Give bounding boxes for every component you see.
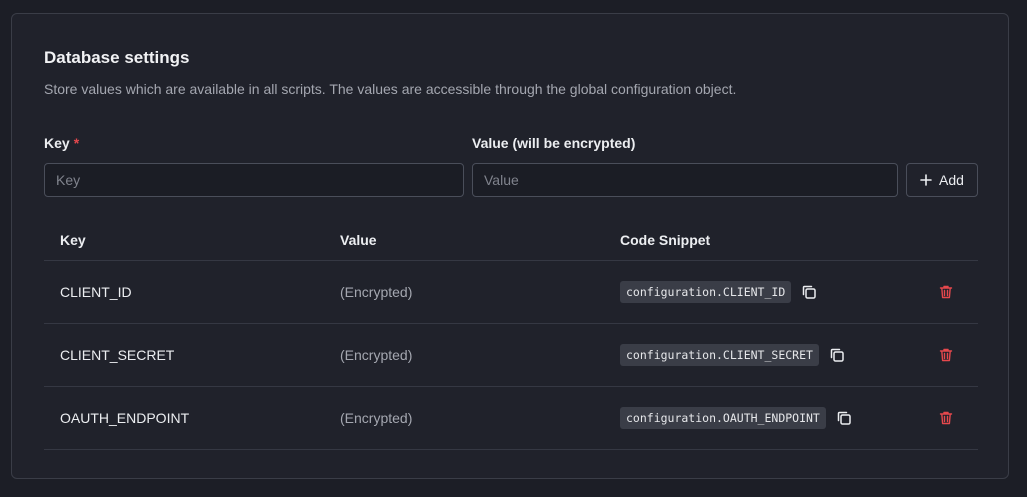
page-title: Database settings — [44, 48, 190, 67]
delete-button[interactable] — [936, 261, 956, 323]
copy-icon[interactable] — [827, 345, 847, 365]
column-header-key: Key — [60, 232, 86, 248]
copy-icon[interactable] — [834, 408, 854, 428]
value-label: Value (will be encrypted) — [472, 135, 636, 151]
key-label: Key * — [44, 135, 79, 151]
code-snippet: configuration.CLIENT_SECRET — [620, 344, 819, 366]
row-snippet: configuration.OAUTH_ENDPOINT — [620, 387, 854, 449]
required-mark: * — [73, 135, 80, 151]
row-value: (Encrypted) — [340, 347, 413, 363]
table-row: CLIENT_ID (Encrypted) configuration.CLIE… — [44, 261, 978, 324]
plus-icon — [920, 174, 932, 186]
add-button[interactable]: Add — [906, 163, 978, 197]
trash-icon[interactable] — [936, 408, 956, 428]
row-snippet: configuration.CLIENT_SECRET — [620, 324, 847, 386]
code-snippet: configuration.CLIENT_ID — [620, 281, 792, 303]
key-input[interactable] — [44, 163, 464, 197]
column-header-value: Value — [340, 232, 377, 248]
settings-table: Key Value Code Snippet CLIENT_ID (Encryp… — [44, 214, 978, 450]
trash-icon[interactable] — [936, 282, 956, 302]
page-description: Store values which are available in all … — [44, 81, 737, 97]
code-snippet: configuration.OAUTH_ENDPOINT — [620, 407, 826, 429]
row-key: CLIENT_SECRET — [60, 347, 175, 363]
row-snippet: configuration.CLIENT_ID — [620, 261, 819, 323]
trash-icon[interactable] — [936, 345, 956, 365]
table-row: OAUTH_ENDPOINT (Encrypted) configuration… — [44, 387, 978, 450]
key-label-text: Key — [44, 135, 70, 151]
add-button-label: Add — [939, 172, 964, 188]
row-key: OAUTH_ENDPOINT — [60, 410, 190, 426]
value-input[interactable] — [472, 163, 898, 197]
table-header: Key Value Code Snippet — [44, 214, 978, 261]
delete-button[interactable] — [936, 324, 956, 386]
row-key: CLIENT_ID — [60, 284, 132, 300]
row-value: (Encrypted) — [340, 410, 413, 426]
copy-icon[interactable] — [799, 282, 819, 302]
table-row: CLIENT_SECRET (Encrypted) configuration.… — [44, 324, 978, 387]
delete-button[interactable] — [936, 387, 956, 449]
column-header-code-snippet: Code Snippet — [620, 232, 711, 248]
row-value: (Encrypted) — [340, 284, 413, 300]
database-settings-card: Database settings Store values which are… — [11, 13, 1009, 479]
